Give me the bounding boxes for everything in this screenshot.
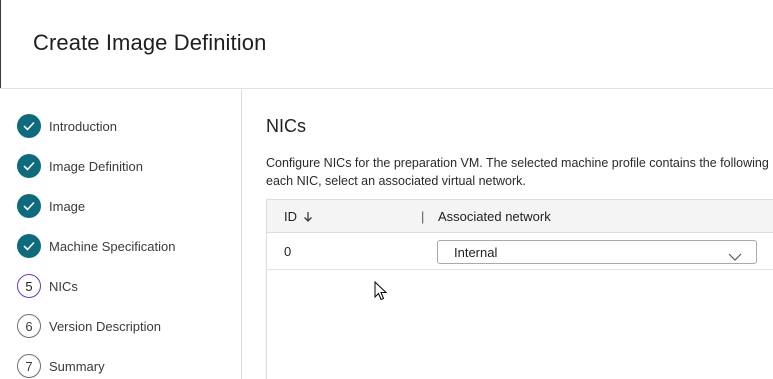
step-label: Version Description	[49, 318, 161, 334]
wizard-steps-sidebar: Introduction Image Definition Image Mach…	[0, 90, 242, 379]
description-line: Configure NICs for the preparation VM. T…	[266, 156, 769, 170]
column-resize-handle[interactable]: |	[421, 209, 424, 224]
check-icon	[17, 234, 41, 258]
step-image-definition[interactable]: Image Definition	[17, 154, 143, 178]
nics-table: ID | Associated network 0 Internal	[266, 199, 773, 379]
step-number: 6	[17, 314, 41, 338]
network-select[interactable]: Internal	[437, 240, 757, 264]
mouse-cursor-icon	[374, 281, 388, 301]
step-summary[interactable]: 7 Summary	[17, 354, 105, 378]
step-label: NICs	[49, 278, 78, 294]
step-number: 5	[17, 274, 41, 298]
step-machine-specification[interactable]: Machine Specification	[17, 234, 175, 258]
check-icon	[17, 194, 41, 218]
chevron-down-icon	[728, 248, 742, 266]
column-header-label: ID	[284, 209, 297, 224]
step-label: Image Definition	[49, 158, 143, 174]
step-nics[interactable]: 5 NICs	[17, 274, 78, 298]
check-icon	[17, 114, 41, 138]
step-version-description[interactable]: 6 Version Description	[17, 314, 161, 338]
page-title: Create Image Definition	[33, 30, 267, 55]
section-description: Configure NICs for the preparation VM. T…	[266, 154, 773, 190]
step-label: Introduction	[49, 118, 117, 134]
main-content: NICs Configure NICs for the preparation …	[243, 90, 773, 379]
network-select-value: Internal	[454, 245, 498, 260]
check-icon	[17, 154, 41, 178]
step-label: Image	[49, 198, 86, 214]
section-title: NICs	[266, 116, 306, 136]
dialog-header: Create Image Definition	[0, 0, 773, 89]
step-label: Summary	[49, 358, 105, 374]
arrow-down-icon[interactable]	[303, 211, 313, 223]
column-header-associated-network[interactable]: Associated network	[438, 209, 551, 224]
create-image-definition-window: Create Image Definition Introduction Ima…	[0, 0, 773, 379]
description-line: each NIC, select an associated virtual n…	[266, 174, 526, 188]
column-header-id[interactable]: ID	[284, 209, 313, 224]
table-row: 0 Internal	[267, 234, 773, 270]
step-number: 7	[17, 354, 41, 378]
nic-id-cell: 0	[284, 244, 292, 259]
step-label: Machine Specification	[49, 238, 176, 254]
step-introduction[interactable]: Introduction	[17, 114, 117, 138]
table-header: ID | Associated network	[267, 200, 773, 233]
step-image[interactable]: Image	[17, 194, 85, 218]
